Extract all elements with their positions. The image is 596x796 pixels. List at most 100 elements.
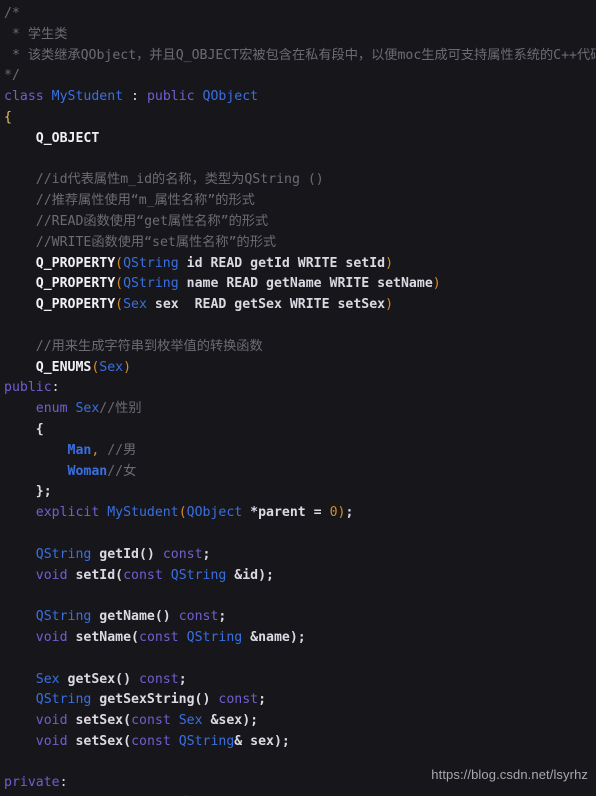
code-token: 0 [329,505,338,521]
code-token: getId() [91,546,163,562]
code-token: const [123,567,171,583]
code-token: * 该类继承QObject，并且Q_OBJECT宏被包含在私有段中，以便moc生… [4,47,596,63]
code-token: ( [115,297,124,313]
code-line[interactable]: * 学生类 [0,25,596,46]
code-token: QString [186,629,243,645]
code-line[interactable]: //推荐属性使用“m_属性名称”的形式 [0,191,596,212]
code-token: Q_ENUMS [4,359,92,375]
code-line[interactable]: QString getSexString() const; [0,690,596,711]
code-line[interactable]: //WRITE函数使用“set属性名称”的形式 [0,233,596,254]
code-line[interactable] [0,524,596,545]
code-line[interactable]: //用来生成字符串到枚举值的转换函数 [0,337,596,358]
code-token: Man [4,442,92,458]
code-line[interactable]: Sex getSex() const; [0,670,596,691]
code-token: QString [4,609,92,625]
code-token: public [146,89,203,105]
code-line[interactable]: class MyStudent : public QObject [0,87,596,108]
code-token: QString [123,276,179,292]
code-line[interactable]: }; [0,482,596,503]
code-token: void [4,713,68,729]
code-token: MyStudent [107,505,179,521]
code-token: Q_PROPERTY [4,276,116,292]
code-line[interactable]: Woman//女 [0,462,596,483]
code-token: Sex [99,359,124,375]
code-line[interactable]: void setId(const QString &id); [0,566,596,587]
code-line[interactable]: QString getName() const; [0,607,596,628]
code-line[interactable]: { [0,108,596,129]
code-token: ; [178,671,187,687]
code-token: Woman [4,463,108,479]
code-token: &sex); [202,713,259,729]
code-line[interactable]: Q_ENUMS(Sex) [0,358,596,379]
code-token: const [131,713,179,729]
code-token: */ [4,68,20,84]
code-line[interactable]: void setSex(const Sex &sex); [0,711,596,732]
code-token: QString [4,546,92,562]
code-line[interactable]: explicit MyStudent(QObject *parent = 0); [0,503,596,524]
code-token: const [162,546,203,562]
code-token: //推荐属性使用“m_属性名称”的形式 [4,193,255,209]
code-line[interactable]: public: [0,378,596,399]
code-token: setSex( [67,713,132,729]
code-token: ; [345,505,354,521]
code-token: : [123,89,147,105]
code-token: Sex [178,713,203,729]
code-token: QString [178,733,235,749]
code-line[interactable] [0,649,596,670]
code-token: QString [170,567,227,583]
code-token: enum [4,401,76,417]
code-token: //READ函数使用“get属性名称”的形式 [4,213,269,229]
code-token: Sex [75,401,100,417]
code-token: //用来生成字符串到枚举值的转换函数 [4,338,263,354]
code-line[interactable] [0,150,596,171]
code-line[interactable]: Q_PROPERTY(Sex sex READ getSex WRITE set… [0,295,596,316]
code-token: ( [178,505,187,521]
code-token: getSex() [59,671,139,687]
code-token: const [178,609,219,625]
code-line[interactable]: QString getId() const; [0,545,596,566]
code-line[interactable]: void setSex(const QString& sex); [0,732,596,753]
code-token: private [4,775,60,791]
code-token: /* [4,6,20,21]
code-token: Q_OBJECT [4,130,100,146]
code-line[interactable]: //id代表属性m_id的名称，类型为QString () [0,170,596,191]
code-token: ) [123,359,132,375]
code-line[interactable]: void setName(const QString &name); [0,628,596,649]
code-token: getSexString() [91,692,219,708]
code-line[interactable]: Man, //男 [0,441,596,462]
code-token: const [131,733,179,749]
code-token: void [4,629,68,645]
code-line[interactable]: /* [0,4,596,25]
code-token: const [218,692,259,708]
code-line[interactable]: * 该类继承QObject，并且Q_OBJECT宏被包含在私有段中，以便moc生… [0,46,596,67]
code-token: Sex [123,297,147,313]
code-line[interactable]: Q_PROPERTY(QString id READ getId WRITE s… [0,254,596,275]
blog-watermark: https://blog.csdn.net/lsyrhz [431,767,588,782]
code-token: & sex); [234,733,290,749]
code-line[interactable]: //READ函数使用“get属性名称”的形式 [0,212,596,233]
code-token: //WRITE函数使用“set属性名称”的形式 [4,234,277,250]
code-line[interactable]: enum Sex//性别 [0,399,596,420]
code-line[interactable] [0,316,596,337]
code-token: QString [4,692,92,708]
code-token: }; [4,484,52,500]
code-token: ; [202,546,211,562]
code-token: public [4,380,52,396]
code-token: getName() [91,609,179,625]
code-line[interactable] [0,586,596,607]
code-token: ( [115,276,124,292]
code-token: //女 [107,463,137,479]
code-line[interactable]: Q_PROPERTY(QString name READ getName WRI… [0,274,596,295]
code-token: * 学生类 [4,26,68,42]
code-line[interactable]: Q_OBJECT [0,129,596,150]
code-editor-viewport[interactable]: /* * 学生类 * 该类继承QObject，并且Q_OBJECT宏被包含在私有… [0,0,596,796]
code-token: ; [218,609,227,625]
code-token: Sex [4,671,60,687]
code-token: setId( [67,567,124,583]
code-token: *parent = [242,505,330,521]
code-line[interactable]: */ [0,66,596,87]
code-token: explicit [4,505,108,521]
code-token: ) [432,276,441,292]
code-line[interactable]: { [0,420,596,441]
code-token: const [139,629,187,645]
